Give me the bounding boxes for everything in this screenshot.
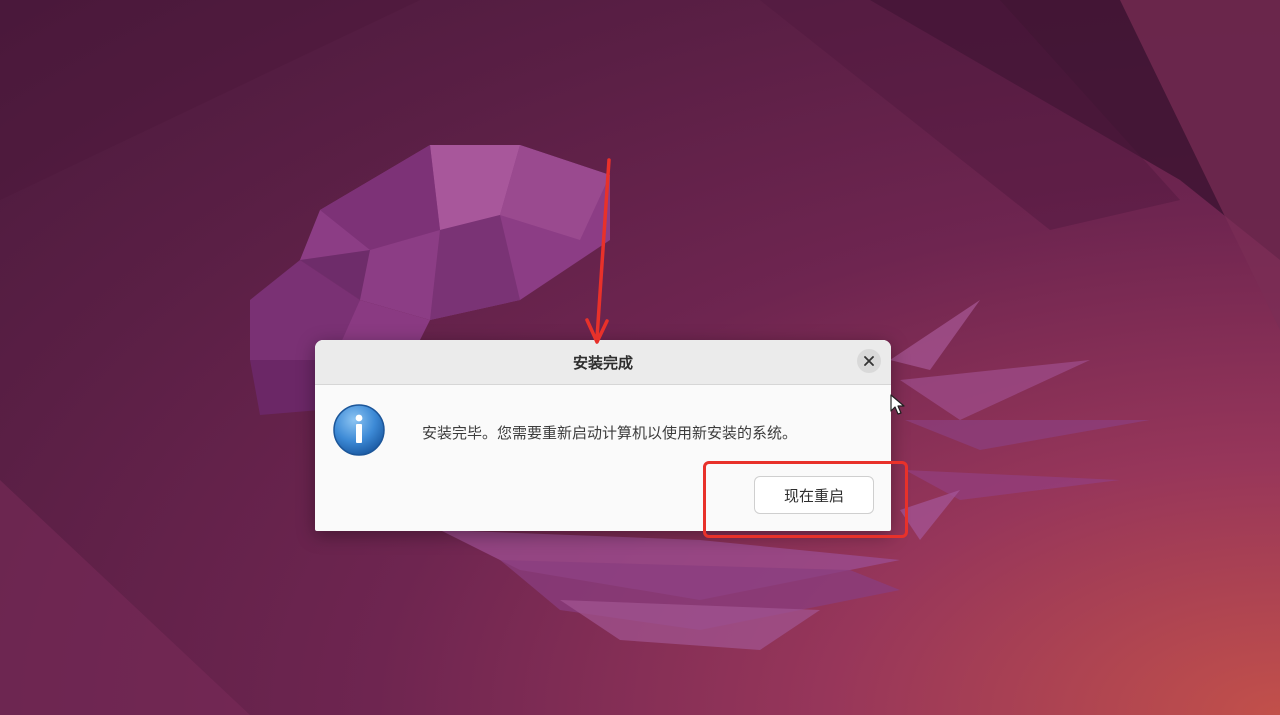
dialog-message: 安装完毕。您需要重新启动计算机以使用新安装的系统。 xyxy=(422,424,798,442)
info-icon xyxy=(333,404,385,456)
annotation-arrow xyxy=(585,158,611,344)
dialog-title: 安装完成 xyxy=(572,354,633,372)
desktop: 安装完成 安装完毕。您需要重新启动计算机以使用新安装的系统。 现在重启 xyxy=(0,0,1280,715)
close-icon xyxy=(864,356,874,366)
close-button[interactable] xyxy=(857,349,881,373)
annotation-highlight-box xyxy=(703,461,908,538)
mouse-pointer-icon xyxy=(890,394,905,415)
